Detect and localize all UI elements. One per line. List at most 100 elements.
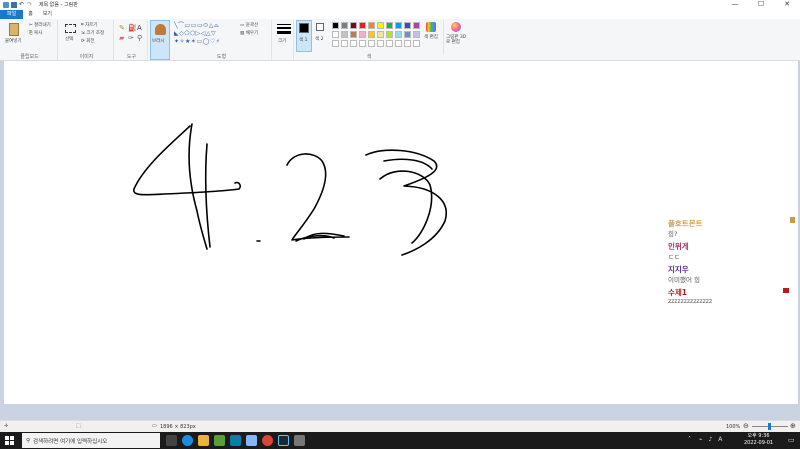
color-picker-icon[interactable]: ✑ bbox=[128, 34, 134, 42]
paste-icon[interactable] bbox=[9, 23, 19, 36]
palette-swatch[interactable] bbox=[368, 31, 375, 38]
palette-swatch[interactable] bbox=[341, 31, 348, 38]
crop-button[interactable]: ⌗ 자르기 bbox=[81, 22, 97, 28]
palette-swatch[interactable] bbox=[386, 40, 393, 47]
search-icon: ⚲ bbox=[26, 437, 31, 444]
file-explorer-icon[interactable] bbox=[198, 435, 209, 446]
palette-swatch[interactable] bbox=[359, 31, 366, 38]
palette-swatch[interactable] bbox=[404, 22, 411, 29]
clock[interactable]: 오후 9:36 2022-09-01 bbox=[744, 433, 773, 447]
save-icon[interactable] bbox=[11, 1, 17, 8]
text-icon[interactable]: A bbox=[137, 24, 142, 32]
steam-icon[interactable] bbox=[278, 435, 289, 446]
close-button[interactable]: ✕ bbox=[774, 0, 800, 9]
palette-swatch[interactable] bbox=[377, 40, 384, 47]
network-icon[interactable]: ⌁ bbox=[699, 436, 703, 443]
drawing-canvas[interactable] bbox=[4, 61, 798, 404]
edge-icon[interactable] bbox=[182, 435, 193, 446]
fill-button[interactable]: ▨ 채우기 bbox=[240, 30, 258, 36]
paste-button[interactable]: 붙여넣기 bbox=[5, 38, 22, 44]
palette-swatch[interactable] bbox=[395, 22, 402, 29]
palette-swatch[interactable] bbox=[359, 40, 366, 47]
ribbon: 붙여넣기 ✂ 잘라내기 ⎘ 복사 클립보드 선택 ⌗ 자르기 ⇲ 크기 조정 ⟳… bbox=[0, 19, 800, 61]
palette-swatch[interactable] bbox=[350, 31, 357, 38]
pencil-icon[interactable]: ✎ bbox=[119, 24, 125, 32]
start-button[interactable] bbox=[5, 436, 14, 445]
palette-swatch[interactable] bbox=[359, 22, 366, 29]
select-button[interactable]: 선택 bbox=[65, 36, 73, 42]
rotate-button[interactable]: ⟳ 회전 bbox=[81, 38, 94, 44]
windows-logo-icon bbox=[5, 436, 14, 445]
tools-group-label: 도구 bbox=[126, 54, 137, 60]
tab-file[interactable]: 파일 bbox=[0, 9, 24, 19]
zoom-out-button[interactable]: ⊖ bbox=[743, 422, 749, 430]
palette-swatch[interactable] bbox=[332, 40, 339, 47]
palette-swatch[interactable] bbox=[377, 22, 384, 29]
palette-swatch[interactable] bbox=[413, 40, 420, 47]
brushes-button[interactable]: 브러시 bbox=[150, 20, 170, 60]
brush-icon bbox=[155, 24, 166, 35]
shapes-gallery[interactable]: ╲⌒▭▭▭⬭△⌓ ◣◇⬠⬡▷◁△▽ ✦✧★✶▭◯♡⚡ bbox=[174, 22, 236, 46]
status-bar: ✛ ⬚ ▭ 1896 × 823px 100% ⊖ ⊕ bbox=[0, 420, 800, 432]
size-button[interactable]: 크기 bbox=[274, 20, 294, 60]
eraser-icon[interactable]: ▰ bbox=[119, 34, 124, 42]
tray-chevron-icon[interactable]: ˄ bbox=[688, 436, 691, 443]
search-placeholder: 검색하려면 여기에 입력하십시오 bbox=[33, 438, 108, 445]
undo-icon[interactable]: ↶ bbox=[19, 1, 25, 8]
palette-swatch[interactable] bbox=[377, 31, 384, 38]
palette-swatch[interactable] bbox=[332, 31, 339, 38]
outline-button[interactable]: ▭ 윤곽선 bbox=[240, 22, 258, 28]
redo-icon[interactable]: ↷ bbox=[27, 1, 33, 8]
palette-swatch[interactable] bbox=[341, 40, 348, 47]
palette-swatch[interactable] bbox=[368, 22, 375, 29]
zoom-in-button[interactable]: ⊕ bbox=[790, 422, 796, 430]
palette-swatch[interactable] bbox=[341, 22, 348, 29]
palette-swatch[interactable] bbox=[395, 31, 402, 38]
minecraft-icon[interactable] bbox=[214, 435, 225, 446]
paint3d-button[interactable]: 그림판 3D로 편집 bbox=[443, 20, 467, 54]
palette-swatch[interactable] bbox=[395, 40, 402, 47]
notification-icon[interactable]: ▭ bbox=[788, 436, 795, 444]
clipboard-group-label: 클립보드 bbox=[20, 54, 39, 60]
palette-swatch[interactable] bbox=[404, 31, 411, 38]
color2-button[interactable]: 색 2 bbox=[313, 20, 329, 52]
canvas-size-readout: 1896 × 823px bbox=[160, 424, 196, 430]
menu-bar: 파일 홈 보기 bbox=[0, 9, 800, 19]
paint3d-label: 그림판 3D로 편집 bbox=[446, 35, 467, 45]
select-icon[interactable] bbox=[65, 24, 76, 33]
color1-button[interactable]: 색 1 bbox=[296, 20, 312, 52]
volume-icon[interactable]: ♪ bbox=[708, 436, 712, 443]
zoom-slider-thumb[interactable] bbox=[768, 423, 771, 430]
chat-name-2: 인위게 bbox=[668, 242, 689, 251]
app-icon[interactable] bbox=[246, 435, 257, 446]
palette-swatch[interactable] bbox=[413, 22, 420, 29]
chrome-icon[interactable] bbox=[262, 435, 273, 446]
edit-colors-button[interactable]: 색 편집 bbox=[423, 20, 439, 54]
input-language[interactable]: A bbox=[718, 436, 722, 443]
palette-swatch[interactable] bbox=[350, 22, 357, 29]
palette-swatch[interactable] bbox=[404, 40, 411, 47]
resize-button[interactable]: ⇲ 크기 조정 bbox=[81, 30, 104, 36]
task-view-icon[interactable] bbox=[166, 435, 177, 446]
maximize-button[interactable]: ☐ bbox=[748, 0, 774, 9]
palette-swatch[interactable] bbox=[386, 31, 393, 38]
cut-button[interactable]: ✂ 잘라내기 bbox=[29, 22, 51, 28]
tab-view[interactable]: 보기 bbox=[38, 10, 57, 19]
chat-name-1: 플호트몬트 bbox=[668, 219, 703, 228]
fill-icon[interactable]: ⛽ bbox=[128, 24, 137, 32]
taskbar-search-box[interactable]: ⚲ 검색하려면 여기에 입력하십시오 bbox=[22, 433, 160, 448]
minimize-button[interactable]: — bbox=[722, 0, 748, 9]
paint-taskbar-icon[interactable] bbox=[294, 435, 305, 446]
shapes-group-label: 도형 bbox=[216, 54, 227, 60]
tab-home[interactable]: 홈 bbox=[23, 10, 38, 19]
palette-swatch[interactable] bbox=[350, 40, 357, 47]
palette-swatch[interactable] bbox=[332, 22, 339, 29]
zoom-slider[interactable] bbox=[752, 423, 788, 430]
palette-swatch[interactable] bbox=[386, 22, 393, 29]
window-title: 제목 없음 - 그림판 bbox=[39, 2, 78, 8]
palette-swatch[interactable] bbox=[368, 40, 375, 47]
vscode-icon[interactable] bbox=[230, 435, 241, 446]
copy-button[interactable]: ⎘ 복사 bbox=[29, 30, 42, 36]
magnifier-icon[interactable]: ⚲ bbox=[137, 34, 142, 42]
palette-swatch[interactable] bbox=[413, 31, 420, 38]
